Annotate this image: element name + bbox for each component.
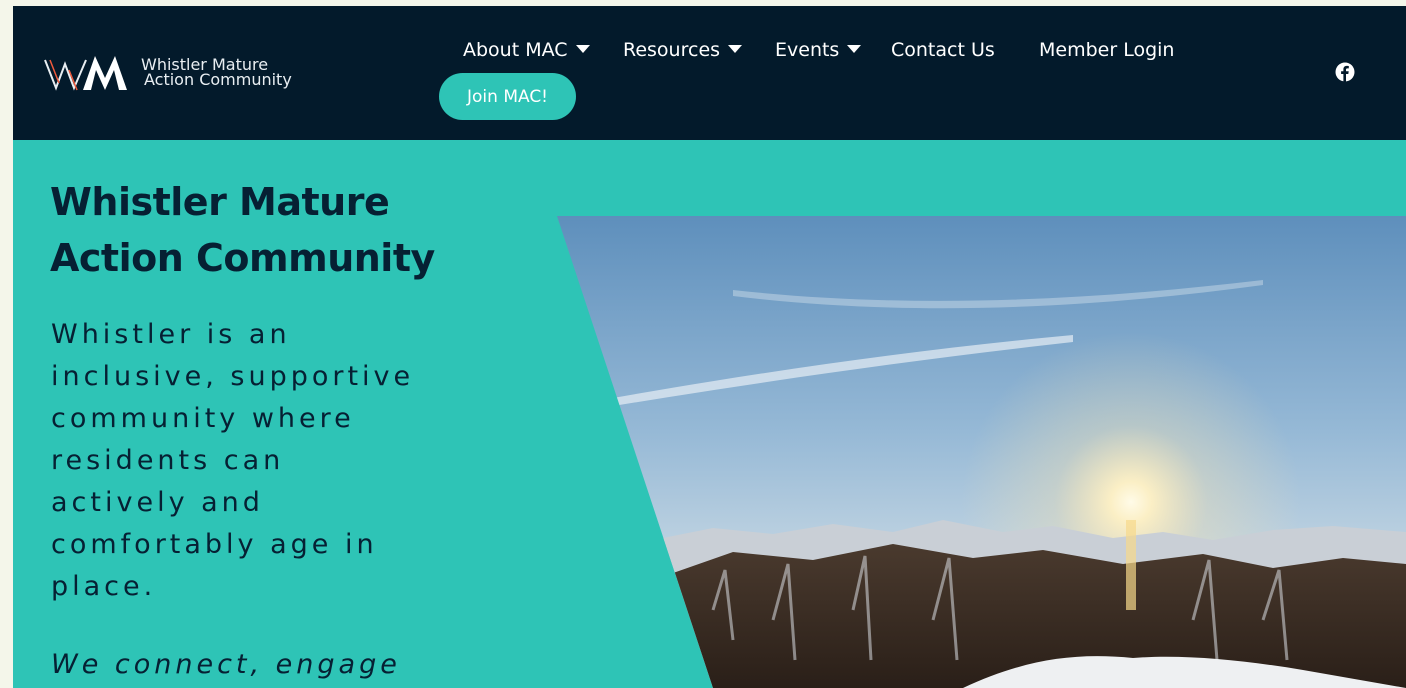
- hero-title: Whistler Mature Action Community: [50, 180, 435, 280]
- hero-tagline: We connect, engage: [51, 649, 401, 680]
- caret-down-icon: [575, 44, 590, 53]
- nav-resources-label: Resources: [623, 39, 721, 61]
- page: Whistler Mature Action Community About M…: [13, 6, 1406, 688]
- hero-description: Whistler is an inclusive, supportive com…: [51, 319, 415, 602]
- caret-down-icon: [728, 44, 743, 53]
- nav-contact-us-label: Contact Us: [891, 39, 995, 61]
- join-mac-button[interactable]: Join MAC!: [439, 73, 576, 120]
- nav-member-login-label: Member Login: [1039, 39, 1175, 61]
- nav-resources[interactable]: Resources: [623, 38, 743, 62]
- logo-text: Whistler Mature Action Community: [141, 57, 292, 89]
- site-logo[interactable]: Whistler Mature Action Community: [43, 50, 292, 94]
- wm-logo-icon: [44, 56, 127, 91]
- nav-events-label: Events: [775, 39, 840, 61]
- nav-about-mac-label: About MAC: [463, 39, 568, 61]
- nav-contact-us[interactable]: Contact Us: [891, 38, 995, 62]
- nav-events[interactable]: Events: [775, 38, 862, 62]
- nav-member-login[interactable]: Member Login: [1039, 38, 1174, 62]
- top-navigation: Whistler Mature Action Community About M…: [13, 6, 1406, 140]
- nav-about-mac[interactable]: About MAC: [463, 38, 590, 62]
- facebook-icon[interactable]: [1335, 62, 1355, 82]
- hero-section: Whistler Mature Action Community Whistle…: [13, 140, 1406, 688]
- logo-line-2: Action Community: [144, 70, 292, 89]
- caret-down-icon: [847, 44, 862, 53]
